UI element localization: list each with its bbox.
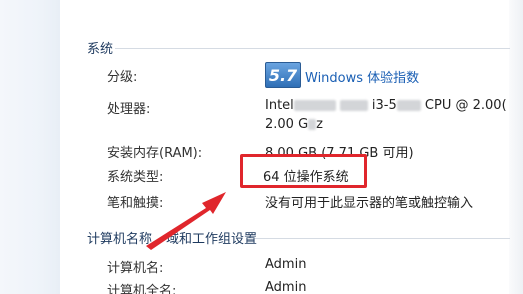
processor-value-part: Intel	[265, 98, 294, 113]
processor-value-line2: 2.00 G z	[265, 117, 323, 132]
redacted-text	[294, 100, 336, 111]
windows-experience-index-link[interactable]: Windows 体验指数	[305, 67, 419, 86]
system-properties-window: 系统 分级: 5.7 Windows 体验指数 处理器: Intel i3-5 …	[0, 0, 523, 294]
computer-name-label: 计算机名:	[107, 257, 163, 276]
system-type-label: 系统类型:	[107, 166, 163, 185]
redacted-text	[308, 119, 316, 130]
section-title-part: 计算机名称	[87, 232, 152, 247]
ram-label: 安装内存(RAM):	[107, 142, 202, 161]
redacted-text	[397, 100, 421, 111]
window-edge	[509, 0, 523, 294]
processor-label: 处理器:	[107, 98, 150, 117]
computer-fullname-value: Admin	[265, 280, 306, 294]
processor-value-part: i3-5	[372, 98, 397, 113]
processor-value-part: 2.00 G	[265, 117, 308, 132]
section-title-part: 域和工作组设置	[166, 232, 257, 247]
processor-value-part: z	[316, 117, 323, 132]
pen-touch-label: 笔和触摸:	[107, 192, 163, 211]
processor-value: Intel i3-5 CPU @ 2.00(	[265, 98, 507, 113]
system-section-title: 系统	[87, 38, 113, 57]
annotation-arrow-icon	[0, 0, 523, 294]
computer-name-value: Admin	[265, 257, 306, 272]
computer-section-divider	[255, 238, 510, 239]
rating-label: 分级:	[107, 66, 137, 85]
highlight-box	[240, 154, 367, 188]
redacted-text	[340, 100, 368, 111]
pen-touch-value: 没有可用于此显示器的笔或触控输入	[265, 192, 473, 211]
experience-index-score[interactable]: 5.7	[265, 62, 301, 88]
left-navigation-pane	[0, 0, 60, 294]
computer-name-section-title: 计算机名称域和工作组设置	[87, 228, 257, 247]
computer-fullname-label: 计算机全名:	[107, 280, 176, 294]
processor-value-part: CPU @ 2.00(	[425, 98, 507, 113]
system-section-divider	[115, 48, 510, 49]
